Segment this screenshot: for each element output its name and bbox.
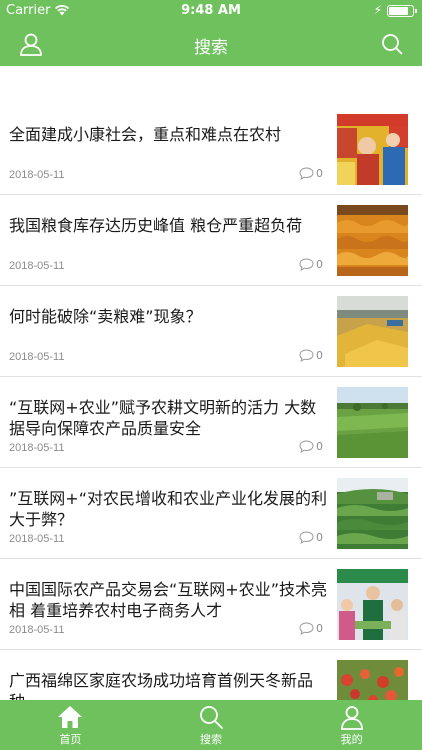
comment-count[interactable]: 0 — [299, 440, 323, 453]
tab-label: 搜索 — [200, 733, 222, 746]
comment-count-value: 0 — [316, 258, 323, 271]
news-item[interactable]: 全面建成小康社会，重点和难点在农村 2018-05-11 0 — [0, 104, 422, 195]
news-date: 2018-05-11 — [9, 169, 65, 181]
news-thumbnail[interactable] — [337, 660, 408, 700]
home-icon — [57, 704, 83, 730]
comment-count-value: 0 — [316, 622, 323, 635]
news-feed[interactable]: 全面建成小康社会，重点和难点在农村 2018-05-11 0 我国粮食库存达历史… — [0, 66, 422, 700]
comment-count[interactable]: 0 — [299, 349, 323, 362]
comment-count-value: 0 — [316, 349, 323, 362]
news-headline: 全面建成小康社会，重点和难点在农村 — [9, 125, 282, 144]
news-item[interactable]: 我国粮食库存达历史峰值 粮仓严重超负荷 2018-05-11 0 — [0, 195, 422, 286]
news-headline: ”互联网+“对农民增收和农业产业化发展的利大于弊？ — [9, 489, 327, 529]
comment-count[interactable]: 0 — [299, 531, 323, 544]
page-title: 搜索 — [194, 38, 228, 58]
news-date: 2018-05-11 — [9, 260, 65, 272]
news-date: 2018-05-11 — [9, 624, 65, 636]
comment-bubble-icon — [299, 622, 314, 635]
news-thumbnail[interactable] — [337, 569, 408, 640]
news-headline: 广西福绵区家庭农场成功培育首例天冬新品种 — [9, 671, 314, 700]
comment-count[interactable]: 0 — [299, 167, 323, 180]
tab-bar: 首页 搜索 我的 — [0, 700, 422, 750]
comment-count[interactable]: 0 — [299, 258, 323, 271]
news-thumbnail[interactable] — [337, 478, 408, 549]
comment-count-value: 0 — [316, 167, 323, 180]
charging-icon: ⚡ — [373, 3, 382, 17]
battery-fill — [389, 7, 408, 15]
news-date: 2018-05-11 — [9, 442, 65, 454]
news-headline: 何时能破除“卖粮难”现象？ — [9, 307, 202, 326]
battery-icon — [387, 5, 417, 17]
comment-bubble-icon — [299, 258, 314, 271]
news-thumbnail[interactable] — [337, 205, 408, 276]
feed-spacer — [0, 66, 422, 104]
tab-search[interactable]: 搜索 — [141, 700, 282, 750]
comment-bubble-icon — [299, 531, 314, 544]
news-item[interactable]: 中国国际农产品交易会“互联网+农业”技术亮相 着重培养农村电子商务人才 2018… — [0, 559, 422, 650]
nav-bar: 搜索 — [0, 22, 422, 66]
news-item[interactable]: ”互联网+“对农民增收和农业产业化发展的利大于弊？ 2018-05-11 0 — [0, 468, 422, 559]
comment-bubble-icon — [299, 349, 314, 362]
comment-count-value: 0 — [316, 440, 323, 453]
news-item[interactable]: 广西福绵区家庭农场成功培育首例天冬新品种 — [0, 650, 422, 700]
news-headline: “互联网+农业”赋予农耕文明新的活力 大数据导向保障农产品质量安全 — [9, 398, 317, 438]
status-time: 9:48 AM — [181, 3, 241, 18]
news-date: 2018-05-11 — [9, 351, 65, 363]
news-item[interactable]: 何时能破除“卖粮难”现象？ 2018-05-11 0 — [0, 286, 422, 377]
tab-label: 我的 — [340, 733, 363, 746]
comment-count-value: 0 — [316, 531, 323, 544]
news-thumbnail[interactable] — [337, 114, 408, 185]
comment-count[interactable]: 0 — [299, 622, 323, 635]
news-item[interactable]: “互联网+农业”赋予农耕文明新的活力 大数据导向保障农产品质量安全 2018-0… — [0, 377, 422, 468]
news-thumbnail[interactable] — [337, 296, 408, 367]
news-date: 2018-05-11 — [9, 533, 65, 545]
tab-home[interactable]: 首页 — [0, 700, 141, 750]
comment-bubble-icon — [299, 440, 314, 453]
status-bar: Carrier 9:48 AM ⚡ — [0, 0, 422, 22]
comment-bubble-icon — [299, 167, 314, 180]
user-icon — [339, 704, 365, 730]
news-headline: 中国国际农产品交易会“互联网+农业”技术亮相 着重培养农村电子商务人才 — [9, 580, 327, 620]
tab-label: 首页 — [59, 733, 82, 746]
news-headline: 我国粮食库存达历史峰值 粮仓严重超负荷 — [9, 216, 303, 235]
search-icon[interactable] — [380, 32, 404, 56]
news-thumbnail[interactable] — [337, 387, 408, 458]
search-icon — [198, 704, 224, 730]
tab-profile[interactable]: 我的 — [281, 700, 422, 750]
